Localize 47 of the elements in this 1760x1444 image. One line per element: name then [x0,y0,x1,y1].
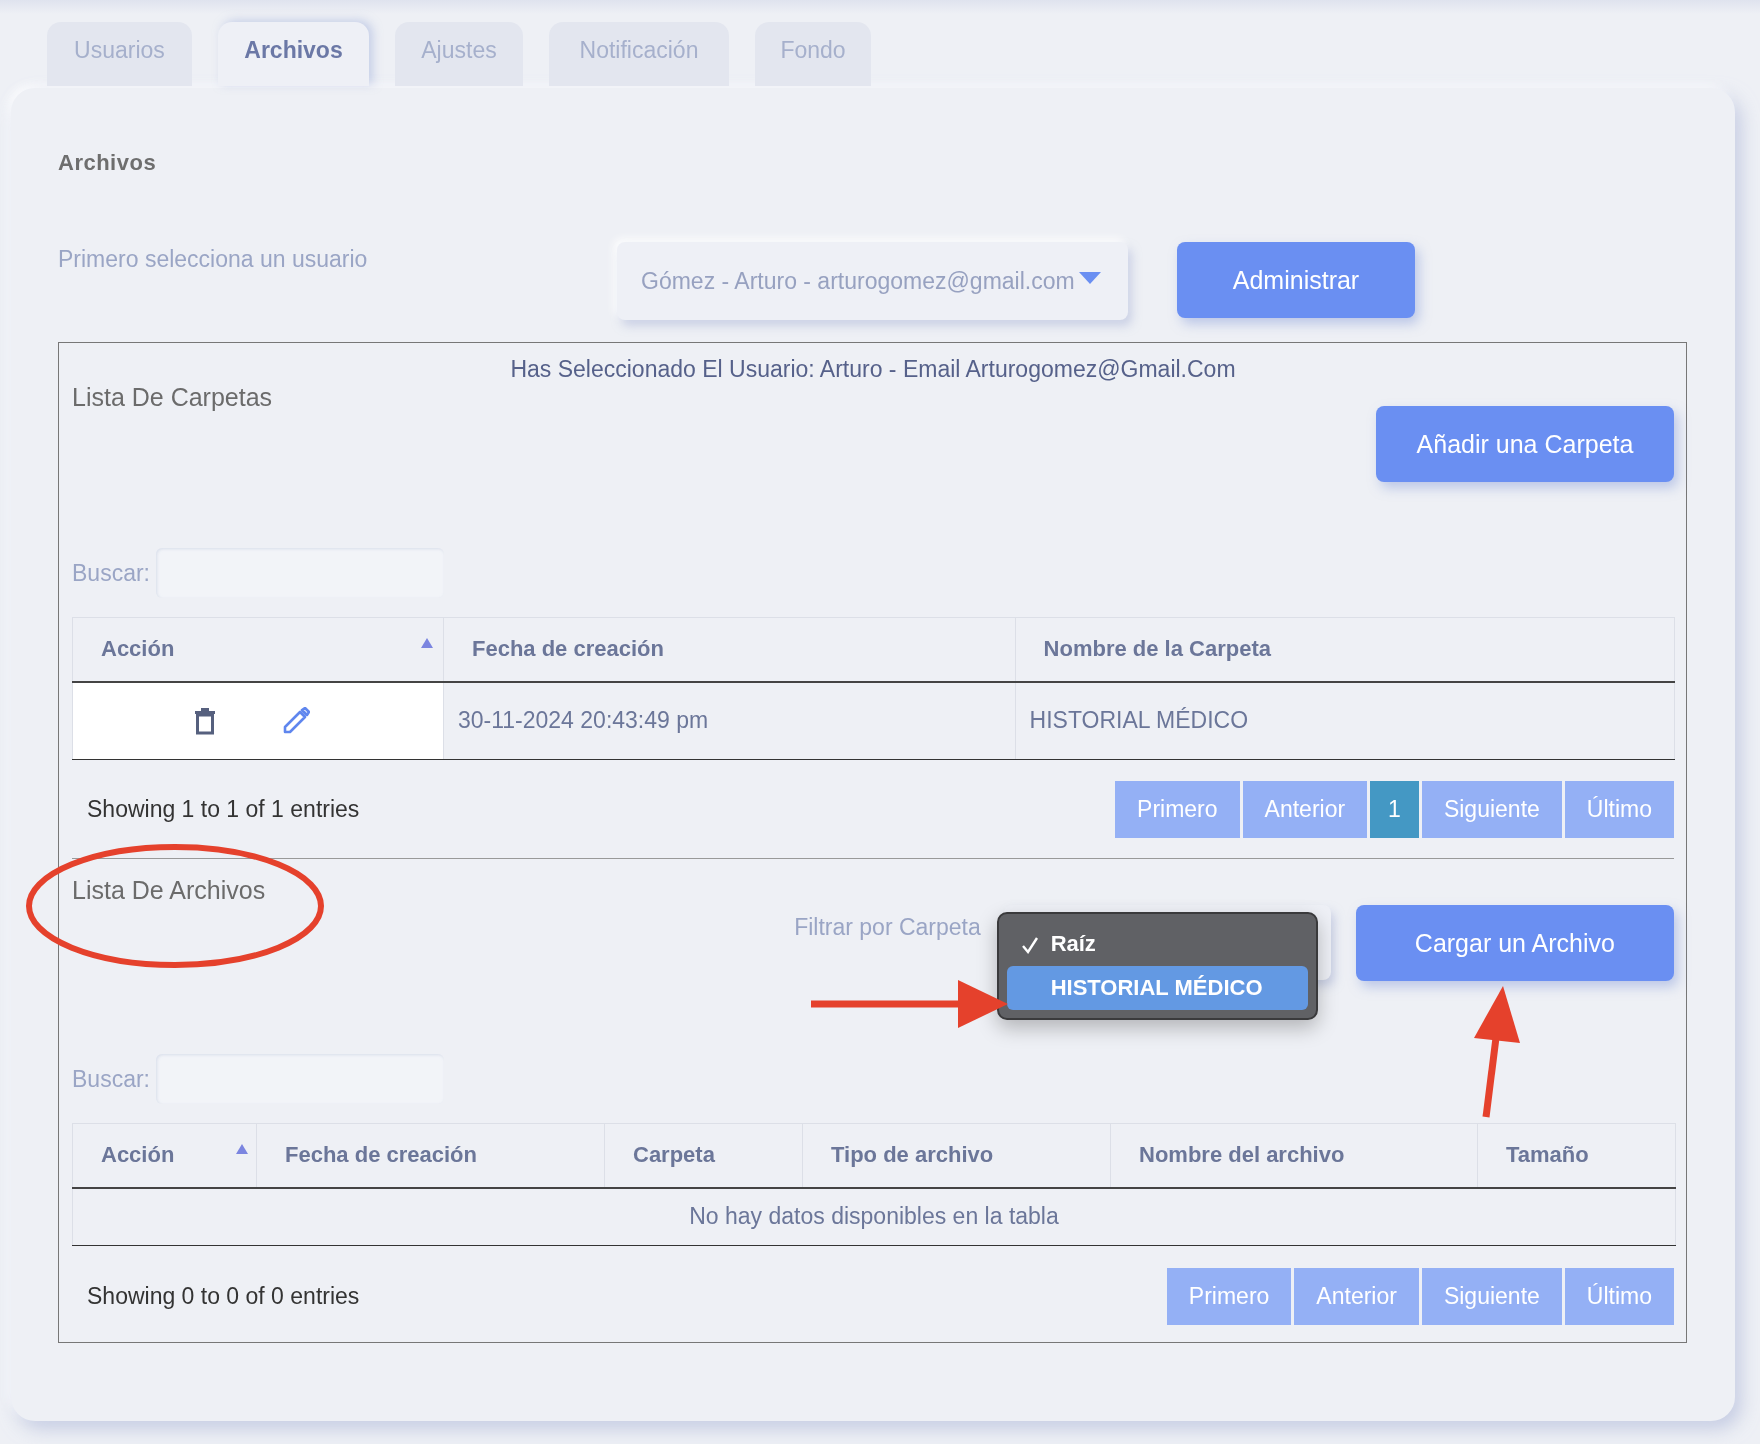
tab[interactable]: Notificación [549,22,729,86]
tab[interactable]: Usuarios [47,22,192,86]
table-cell: 30-11-2024 20:43:49 pm [443,681,1016,760]
empty-table-message: No hay datos disponibles en la tabla [72,1187,1676,1246]
table-cell: HISTORIAL MÉDICO [1015,681,1675,760]
pagination-button[interactable]: Primero [1166,1267,1292,1325]
tab[interactable]: Ajustes [395,22,523,86]
column-header[interactable]: Nombre de la Carpeta [1015,617,1675,682]
column-header[interactable]: Carpeta [604,1123,803,1188]
column-header[interactable]: Fecha de creación [443,617,1016,682]
search-label: Buscar: [72,559,150,587]
pagination-button[interactable]: 1 [1370,781,1419,838]
tab[interactable]: Archivos [218,22,369,86]
upload-file-button[interactable]: Cargar un Archivo [1355,905,1674,981]
entries-info: Showing 0 to 0 of 0 entries [86,1282,360,1310]
pagination-button[interactable]: Anterior [1294,1267,1419,1325]
user-select[interactable]: Gómez - Arturo - arturogomez@gmail.com [617,242,1128,320]
user-select-label: Primero selecciona un usuario [58,245,369,274]
filter-label: Filtrar por Carpeta [794,914,982,941]
column-header[interactable]: Nombre del archivo [1110,1123,1478,1188]
folder-list-title: Lista De Carpetas [72,383,273,412]
column-header[interactable]: Acción [72,1123,257,1188]
column-header[interactable]: Tamaño [1477,1123,1676,1188]
edit-icon[interactable] [282,706,310,735]
column-header[interactable]: Fecha de creación [256,1123,605,1188]
search-label: Buscar: [72,1065,150,1093]
entries-info: Showing 1 to 1 of 1 entries [86,796,360,823]
selected-user-note: Has Seleccionado El Usuario: Arturo - Email Arturogomez@Gmail.Com [509,355,1237,383]
pagination-button[interactable]: Anterior [1242,781,1368,838]
pagination-button[interactable]: Primero [1115,781,1240,838]
tab[interactable]: Fondo [755,22,871,86]
file-list-title: Lista De Archivos [72,876,267,905]
section-title: Archivos [58,149,158,177]
column-header[interactable]: Tipo de archivo [802,1123,1111,1188]
menu-option[interactable]: Raíz [1006,922,1308,966]
sort-icon [420,638,433,648]
pagination-button[interactable]: Siguiente [1421,1267,1562,1325]
delete-icon[interactable] [194,706,216,735]
column-header[interactable]: Acción [72,617,444,682]
pagination-button[interactable]: Último [1564,1267,1674,1325]
add-folder-button[interactable]: Añadir una Carpeta [1376,406,1674,482]
pagination-button[interactable]: Siguiente [1421,781,1562,838]
caret-icon [1078,272,1101,284]
sort-icon [236,1144,248,1154]
manage-button[interactable]: Administrar [1177,242,1415,318]
menu-option[interactable]: HISTORIAL MÉDICO [1006,966,1308,1010]
pagination-button[interactable]: Último [1564,781,1674,838]
